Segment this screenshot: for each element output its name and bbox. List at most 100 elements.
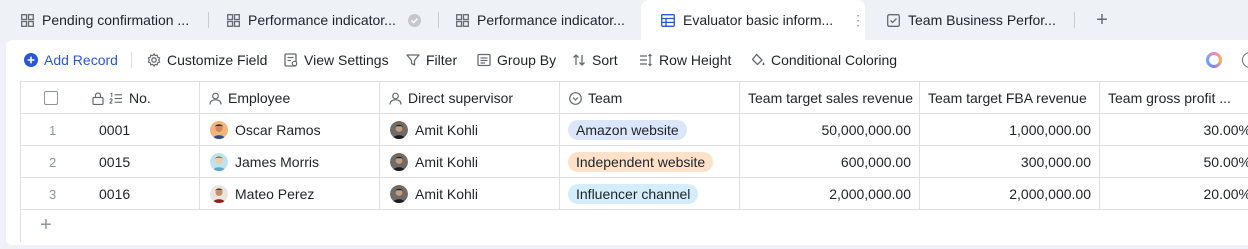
ai-assistant-icon[interactable]	[1206, 52, 1222, 68]
cell-team-target-sales-revenue[interactable]: 600,000.00	[740, 146, 920, 178]
column-header-label: Team target sales revenue	[748, 90, 913, 106]
view-settings-button[interactable]: View Settings	[284, 50, 389, 70]
tab-bar: Pending confirmation ... Performance ind…	[0, 0, 1248, 40]
check-badge-icon	[407, 13, 421, 27]
add-tab-button[interactable]: +	[1092, 9, 1112, 31]
cell-team-gross-profit[interactable]: 50.00%	[1100, 146, 1248, 178]
cell-employee[interactable]: Oscar Ramos	[200, 114, 380, 146]
tab-pending-confirmation[interactable]: Pending confirmation ...	[0, 0, 208, 40]
column-header-label: Team target FBA revenue	[928, 90, 1087, 106]
more-options-icon[interactable]: ⋮	[851, 12, 865, 29]
view-toolbar: Add Record Customize Field View Settings…	[6, 40, 1248, 80]
cell-team-target-sales-revenue[interactable]: 50,000,000.00	[740, 114, 920, 146]
grid-view-icon	[20, 13, 34, 27]
add-row-button[interactable]: +	[37, 214, 55, 236]
add-row-area: +	[21, 210, 1248, 242]
grid-view-icon	[226, 13, 240, 27]
filter-button[interactable]: Filter	[406, 50, 457, 70]
column-header-team-target-fba-revenue[interactable]: Team target FBA revenue	[920, 82, 1100, 114]
avatar	[390, 153, 408, 171]
grid-view-icon	[455, 13, 469, 27]
cell-team-gross-profit[interactable]: 20.00%	[1100, 178, 1248, 210]
row-height-icon	[640, 53, 652, 67]
cell-team-target-fba-revenue[interactable]: 2,000,000.00	[920, 178, 1100, 210]
avatar	[210, 185, 228, 203]
column-header-employee[interactable]: Employee	[200, 82, 380, 114]
table-panel: Add Record Customize Field View Settings…	[6, 40, 1248, 245]
filter-icon	[406, 54, 420, 66]
tab-label: Performance indicator...	[477, 12, 625, 28]
supervisor-name: Amit Kohli	[415, 186, 479, 202]
cell-team[interactable]: Amazon website	[560, 114, 740, 146]
table-row[interactable]: 2 0015 James Morris Amit Kohli Independe…	[21, 146, 1248, 178]
group-by-button[interactable]: Group By	[477, 50, 556, 70]
tab-evaluator-basic-information[interactable]: Evaluator basic inform... ⋮	[641, 0, 865, 40]
cell-team[interactable]: Influencer channel	[560, 178, 740, 210]
column-header-team-gross-profit[interactable]: Team gross profit ...	[1100, 82, 1248, 114]
sort-icon	[573, 54, 585, 66]
tab-team-business-performance[interactable]: Team Business Perfor...	[866, 0, 1074, 40]
team-tag: Influencer channel	[568, 184, 699, 204]
avatar	[390, 185, 408, 203]
column-header-no[interactable]: No.	[85, 82, 200, 114]
customize-field-label: Customize Field	[167, 52, 268, 68]
tab-performance-indicator-1[interactable]: Performance indicator...	[206, 0, 438, 40]
autonumber-icon	[109, 91, 123, 105]
table-row[interactable]: 3 0016 Mateo Perez Amit Kohli Influencer…	[21, 178, 1248, 210]
avatar	[390, 121, 408, 139]
table-view-icon	[661, 13, 675, 27]
toolbar-divider	[131, 52, 132, 68]
row-index: 3	[49, 186, 57, 202]
supervisor-name: Amit Kohli	[415, 154, 479, 170]
table-row[interactable]: 1 0001 Oscar Ramos Amit Kohli Amazon web…	[21, 114, 1248, 146]
cell-team-target-sales-revenue[interactable]: 2,000,000.00	[740, 178, 920, 210]
conditional-coloring-label: Conditional Coloring	[771, 52, 898, 68]
view-settings-icon	[284, 53, 298, 67]
column-header-direct-supervisor[interactable]: Direct supervisor	[380, 82, 560, 114]
tab-label: Pending confirmation ...	[42, 12, 190, 28]
cell-team[interactable]: Independent website	[560, 146, 740, 178]
row-height-button[interactable]: Row Height	[639, 50, 731, 70]
cell-team-target-fba-revenue[interactable]: 300,000.00	[920, 146, 1100, 178]
gear-icon	[147, 53, 161, 67]
cell-direct-supervisor[interactable]: Amit Kohli	[380, 178, 560, 210]
cell-direct-supervisor[interactable]: Amit Kohli	[380, 114, 560, 146]
cell-no[interactable]: 0016	[85, 178, 200, 210]
customize-field-button[interactable]: Customize Field	[147, 50, 267, 70]
tab-label: Team Business Perfor...	[908, 12, 1056, 28]
tab-performance-indicator-2[interactable]: Performance indicator...	[435, 0, 635, 40]
cell-team-gross-profit[interactable]: 30.00%	[1100, 114, 1248, 146]
column-header-team-target-sales-revenue[interactable]: Team target sales revenue	[740, 82, 920, 114]
filter-label: Filter	[426, 52, 458, 68]
data-table: No. Employee Direct supervisor Team Team…	[20, 81, 1248, 242]
conditional-coloring-button[interactable]: Conditional Coloring	[751, 50, 897, 70]
row-index: 1	[49, 122, 57, 138]
cell-employee[interactable]: Mateo Perez	[200, 178, 380, 210]
team-tag: Independent website	[568, 152, 714, 172]
tab-label: Performance indicator...	[248, 12, 396, 28]
cell-employee[interactable]: James Morris	[200, 146, 380, 178]
group-by-label: Group By	[497, 52, 557, 68]
employee-name: James Morris	[235, 154, 320, 170]
add-record-label: Add Record	[44, 52, 118, 68]
single-select-icon	[568, 91, 582, 105]
group-by-icon	[477, 53, 491, 67]
search-icon[interactable]	[1242, 52, 1248, 68]
select-all-checkbox[interactable]	[44, 91, 58, 105]
column-header-team[interactable]: Team	[560, 82, 740, 114]
column-header-label: Employee	[228, 90, 291, 106]
cell-direct-supervisor[interactable]: Amit Kohli	[380, 146, 560, 178]
column-header-label: Direct supervisor	[408, 90, 514, 106]
sort-button[interactable]: Sort	[572, 50, 618, 70]
cell-team-target-fba-revenue[interactable]: 1,000,000.00	[920, 114, 1100, 146]
lock-icon	[91, 91, 105, 105]
supervisor-name: Amit Kohli	[415, 122, 479, 138]
add-record-button[interactable]: Add Record	[24, 50, 118, 70]
select-all-cell	[21, 82, 85, 114]
team-tag: Amazon website	[568, 120, 687, 140]
cell-no[interactable]: 0015	[85, 146, 200, 178]
avatar	[210, 153, 228, 171]
row-height-label: Row Height	[659, 52, 732, 68]
person-icon	[388, 91, 402, 105]
cell-no[interactable]: 0001	[85, 114, 200, 146]
